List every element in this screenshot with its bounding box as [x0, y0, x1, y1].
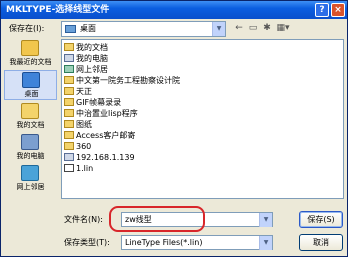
file-name: 我的文档	[76, 43, 108, 52]
file-name: GIF帧幕录录	[76, 98, 122, 107]
list-item[interactable]: 中治置业lisp程序	[64, 108, 138, 119]
folder-icon	[64, 142, 74, 150]
network-icon	[64, 65, 74, 73]
file-name: 图纸	[76, 120, 92, 129]
list-item[interactable]: Access客户邮寄	[64, 130, 135, 141]
place-label: 桌面	[24, 90, 39, 98]
computer-icon	[64, 54, 74, 62]
list-item[interactable]: 图纸	[64, 119, 92, 130]
lookin-select[interactable]: 桌面 ▼	[61, 21, 226, 37]
place-label: 我的电脑	[16, 152, 45, 160]
my-computer-icon	[21, 134, 39, 150]
list-item[interactable]: 我的电脑	[64, 53, 108, 64]
file-name: 中治置业lisp程序	[76, 109, 138, 118]
chevron-down-icon[interactable]: ▼	[212, 22, 225, 36]
title-bar: MKLTYPE-选择线型文件 ? ×	[1, 1, 347, 19]
back-icon[interactable]: ←	[233, 22, 245, 34]
place-my-computer[interactable]: 我的电脑	[4, 133, 57, 163]
close-button[interactable]: ×	[331, 3, 345, 17]
folder-icon	[64, 120, 74, 128]
list-item[interactable]: 天正	[64, 86, 92, 97]
folder-icon	[64, 43, 74, 51]
file-name: 1.lin	[76, 164, 94, 173]
list-item[interactable]: 中文第一院务工程勘察设计院	[64, 75, 180, 86]
desktop-icon	[22, 72, 40, 88]
list-item[interactable]: 360	[64, 141, 91, 152]
new-folder-icon[interactable]: ✱	[261, 22, 273, 34]
network-icon	[21, 165, 39, 181]
my-documents-icon	[21, 103, 39, 119]
filetype-label: 保存类型(T):	[64, 238, 110, 247]
folder-icon	[64, 131, 74, 139]
recent-documents-icon	[21, 40, 39, 56]
chevron-down-icon[interactable]: ▼	[259, 236, 272, 250]
folder-icon	[64, 87, 74, 95]
lookin-value: 桌面	[80, 24, 96, 33]
list-item[interactable]: 192.168.1.139	[64, 152, 135, 163]
network-drive-icon	[64, 153, 74, 161]
file-name: 我的电脑	[76, 54, 108, 63]
lookin-label: 保存在(I):	[9, 24, 45, 33]
place-label: 网上邻居	[16, 183, 45, 191]
list-item[interactable]: 1.lin	[64, 163, 93, 174]
places-bar: 我最近的文档 桌面 我的文档 我的电脑 网上邻居	[4, 39, 57, 194]
file-name: 网上邻居	[76, 65, 108, 74]
help-button[interactable]: ?	[315, 3, 329, 17]
place-desktop[interactable]: 桌面	[4, 70, 57, 100]
filetype-value: LineType Files(*.lin)	[125, 238, 203, 247]
place-my-documents[interactable]: 我的文档	[4, 102, 57, 132]
save-dialog: MKLTYPE-选择线型文件 ? × 保存在(I): 桌面 ▼ ← ▭ ✱ ▦▾…	[0, 0, 348, 257]
filename-highlight	[109, 206, 205, 232]
window-title: MKLTYPE-选择线型文件	[6, 5, 110, 15]
cancel-button[interactable]: 取消	[299, 234, 343, 251]
place-label: 我的文档	[16, 121, 45, 129]
save-button[interactable]: 保存(S)	[299, 211, 343, 228]
filename-label: 文件名(N):	[64, 215, 103, 224]
list-item[interactable]: 我的文档	[64, 42, 108, 53]
desktop-icon	[65, 25, 76, 33]
up-folder-icon[interactable]: ▭	[247, 22, 259, 34]
list-item[interactable]: GIF帧幕录录	[64, 97, 121, 108]
list-item[interactable]: 网上邻居	[64, 64, 108, 75]
place-recent[interactable]: 我最近的文档	[4, 39, 57, 69]
place-label: 我最近的文档	[9, 58, 52, 66]
views-icon[interactable]: ▦▾	[275, 22, 291, 34]
file-name: 360	[76, 142, 92, 151]
file-name: 天正	[76, 87, 92, 96]
file-name: 中文第一院务工程勘察设计院	[76, 76, 180, 85]
chevron-down-icon[interactable]: ▼	[259, 213, 272, 227]
place-network[interactable]: 网上邻居	[4, 164, 57, 194]
filetype-select[interactable]: LineType Files(*.lin) ▼	[121, 235, 273, 250]
folder-icon	[64, 98, 74, 106]
file-list[interactable]: 我的文档 我的电脑 网上邻居 中文第一院务工程勘察设计院 天正 GIF帧幕录录 …	[61, 39, 344, 199]
folder-icon	[64, 109, 74, 117]
file-icon	[64, 164, 74, 172]
folder-icon	[64, 76, 74, 84]
file-name: 192.168.1.139	[76, 153, 135, 162]
file-name: Access客户邮寄	[76, 131, 136, 140]
